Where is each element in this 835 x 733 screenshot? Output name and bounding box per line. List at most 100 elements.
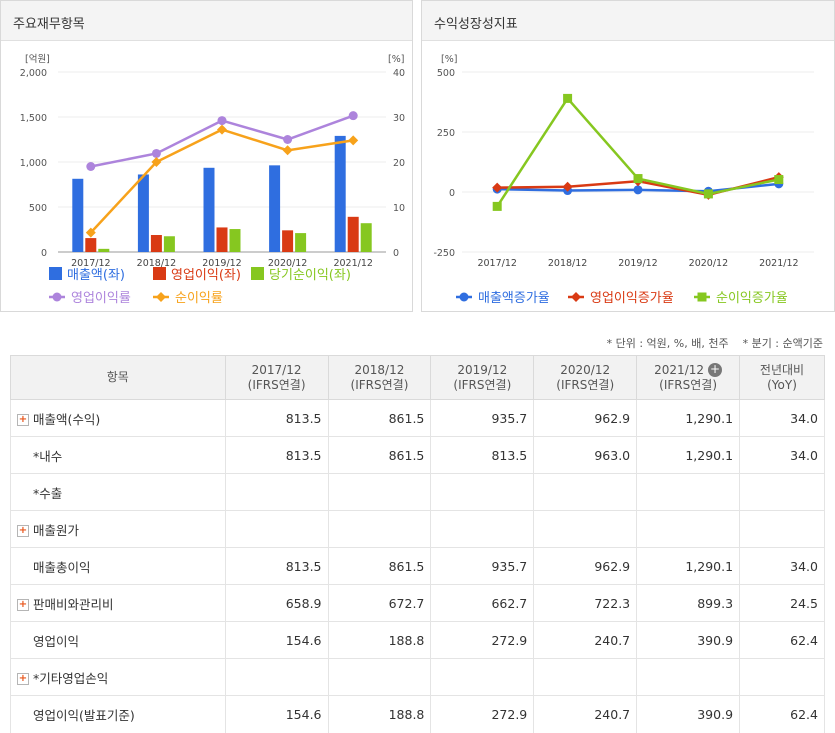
y-tick-label: 0 [449,188,455,199]
table-row: 매출총이익 813.5 861.5 935.7 962.9 1,290.1 34… [10,547,825,585]
line-point [151,148,161,158]
expand-columns-icon[interactable]: + [708,362,723,377]
table-cell: 390.9 [636,695,741,733]
table-cell [430,510,535,548]
table-cell [327,658,432,696]
table-cell: 390.9 [636,621,741,659]
table-cell: 34.0 [739,399,825,437]
table-cell: 154.6 [224,695,329,733]
left-axis-unit: [억원] [25,53,50,65]
table-cell: 188.8 [327,621,432,659]
table-cell: 658.9 [224,584,329,622]
bar [360,223,372,252]
legend-marker [571,292,581,302]
table-cell: 899.3 [636,584,741,622]
table-cell [533,658,638,696]
bar [269,165,281,252]
line-point [348,135,359,146]
table-cell: 34.0 [739,547,825,585]
row-label[interactable]: + 판매비와관리비 [10,584,226,622]
table-cell [739,658,825,696]
table-cell: 962.9 [533,547,638,585]
table-cell: 935.7 [430,399,535,437]
row-label[interactable]: + *기타영업손익 [10,658,226,696]
table-cell: 861.5 [327,399,432,437]
table-cell: 24.5 [739,584,825,622]
table-cell [533,473,638,511]
row-label: *수출 [10,473,226,511]
bar [150,235,162,252]
right-axis-unit: [%] [388,54,404,65]
table-cell: 240.7 [533,695,638,733]
legend-marker [459,292,469,302]
table-header-row: 항목 2017/12 (IFRS연결) 2018/12 (IFRS연결) 2019/… [10,355,825,400]
line-point [283,135,293,144]
header-year: 2019/12 (IFRS연결) [430,355,535,400]
table-row: + *기타영업손익 [10,658,825,696]
table-cell [430,473,535,511]
table-cell: 813.5 [224,399,329,437]
row-label[interactable]: + 매출원가 [10,510,226,548]
table-cell: 672.7 [327,584,432,622]
table-cell: 240.7 [533,621,638,659]
table-cell [224,510,329,548]
table-cell: 813.5 [224,436,329,474]
bar [347,216,359,252]
table-cell [224,473,329,511]
header-yoy: 전년대비 (YoY) [739,355,825,400]
bar [85,238,97,252]
header-year: 2018/12 (IFRS연결) [327,355,432,400]
table-cell [636,473,741,511]
row-label[interactable]: + 매출액(수익) [10,399,226,437]
expand-plus-icon[interactable]: + [17,599,29,611]
legend-label: 영업이익증가율 [590,291,674,306]
line-point [86,162,96,171]
financial-table: 항목 2017/12 (IFRS연결) 2018/12 (IFRS연결) 2019/… [10,355,825,733]
growth-indicators-title: 수익성장성지표 [422,1,834,41]
line-point [703,189,713,199]
table-cell: 861.5 [327,436,432,474]
row-label: 영업이익 [10,621,226,659]
row-label: 매출총이익 [10,547,226,585]
y-tick-label: 250 [437,128,455,139]
bar [72,178,84,252]
expand-plus-icon[interactable]: + [17,525,29,537]
table-cell: 963.0 [533,436,638,474]
table-row: + 매출원가 [10,510,825,548]
legend-label: 영업이익률 [71,291,131,306]
header-year: 2021/12 + (IFRS연결) [636,355,741,400]
table-cell: 272.9 [430,621,535,659]
table-cell [739,510,825,548]
table-cell [224,658,329,696]
line-point [633,174,643,184]
line-point [348,111,358,121]
table-cell [327,473,432,511]
line-point [492,201,502,211]
x-tick-label: 2021/12 [759,258,798,269]
header-year: 2017/12 (IFRS연결) [224,355,329,400]
bar [137,174,149,252]
series-line [89,128,354,234]
legend-label: 순이익증가율 [716,291,788,306]
financial-items-title: 주요재무항목 [1,1,412,41]
bar [163,236,175,252]
expand-plus-icon[interactable]: + [17,673,29,685]
legend-swatch [251,267,264,280]
table-cell: 1,290.1 [636,547,741,585]
row-label: 영업이익(발표기준) [10,695,226,733]
x-tick-label: 2018/12 [548,258,587,269]
table-cell: 1,290.1 [636,436,741,474]
table-row: *내수 813.5 861.5 813.5 963.0 1,290.1 34.0 [10,436,825,474]
y-tick-label: 500 [437,68,455,79]
table-row: + 매출액(수익) 813.5 861.5 935.7 962.9 1,290.1… [10,399,825,437]
expand-plus-icon[interactable]: + [17,414,29,426]
x-tick-label: 2020/12 [689,258,728,269]
bar [216,227,228,252]
legend-swatch [153,267,166,280]
bar [282,230,294,252]
bar [334,135,346,252]
y2-tick-label: 10 [393,203,405,214]
legend-label: 당기순이익(좌) [269,268,351,283]
line-point [633,185,643,195]
y-tick-label: -250 [433,248,455,259]
